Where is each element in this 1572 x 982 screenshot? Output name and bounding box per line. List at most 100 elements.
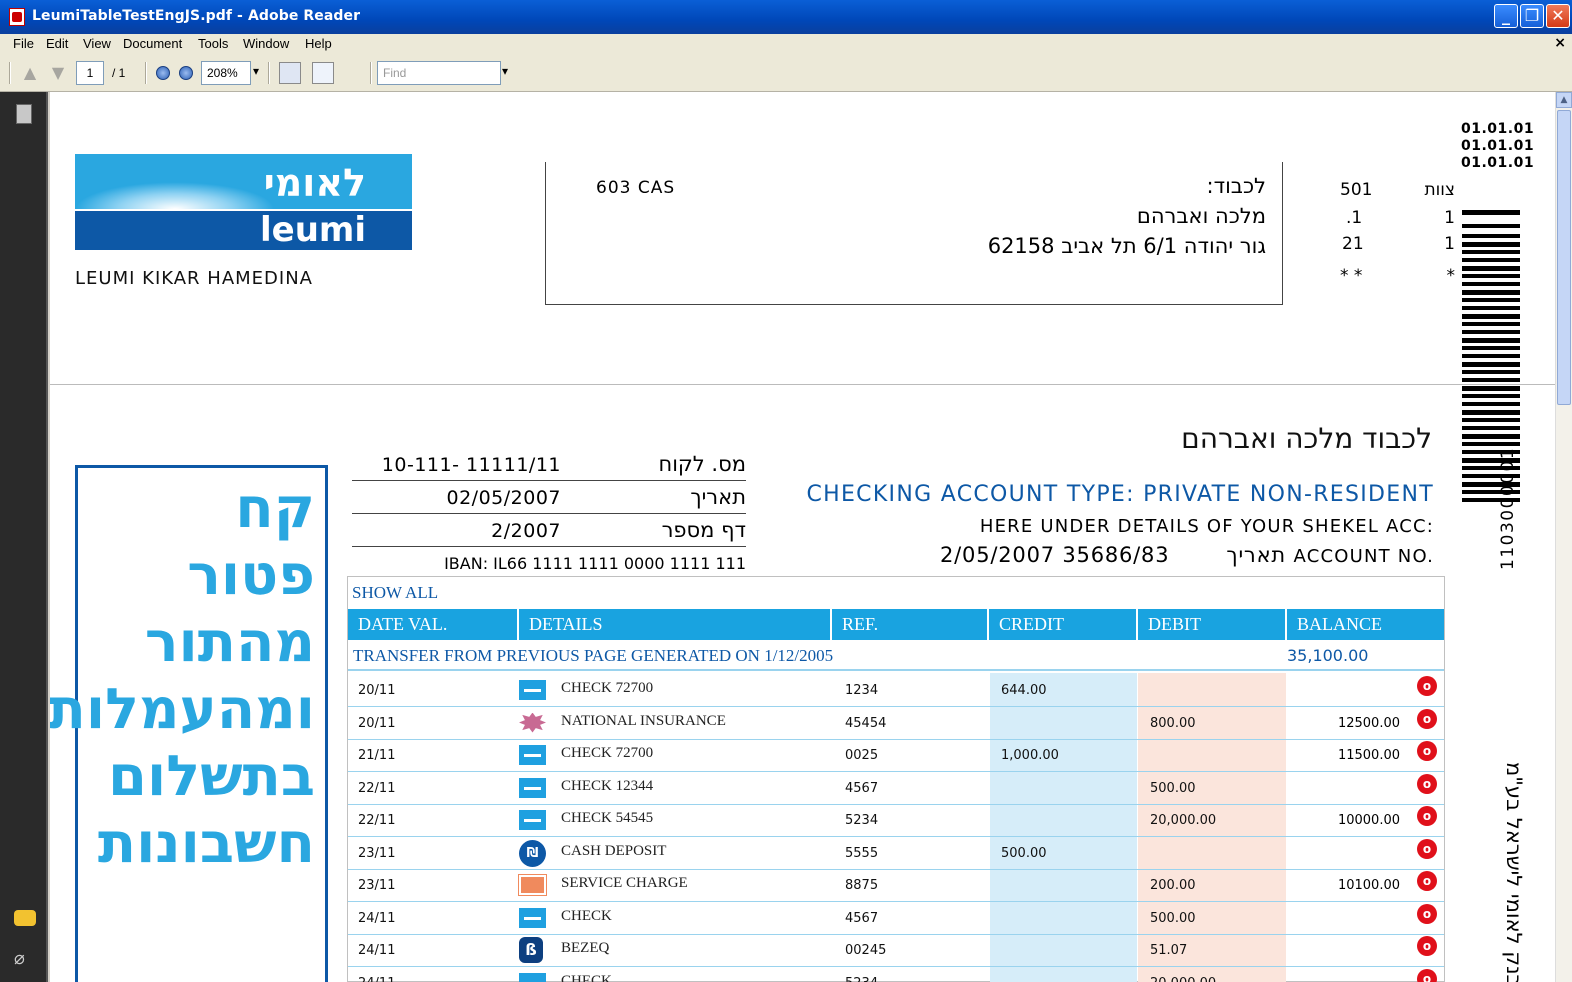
zoom-in-icon[interactable] [179, 66, 193, 80]
column-header-ref[interactable]: REF. [832, 609, 989, 640]
barcode-bar [1462, 314, 1520, 319]
transaction-info-icon[interactable]: o [1417, 708, 1437, 729]
document-close-icon[interactable]: × [1554, 35, 1566, 51]
menu-tools[interactable]: Tools [198, 36, 228, 51]
scroll-up-icon[interactable]: ▲ [1556, 92, 1572, 108]
transaction-debit: 200.00 [1150, 878, 1196, 893]
barcode-bar [1462, 282, 1520, 286]
barcode-bar [1462, 274, 1520, 278]
comments-icon[interactable] [14, 910, 36, 926]
transaction-info-icon[interactable]: o [1417, 838, 1437, 859]
transaction-ref: 5555 [845, 845, 879, 861]
toolbar-separator [370, 62, 372, 84]
table-row[interactable]: 20/11 1234 644.00 CHECK 72700 o [348, 674, 1444, 707]
transaction-info-icon[interactable]: o [1417, 773, 1437, 794]
transaction-ref: 0025 [845, 748, 879, 763]
address-box: 603 CAS לכבוד: מלכה ואברהם גור יהודה 6/1… [545, 162, 1283, 305]
find-input[interactable]: Find [377, 61, 501, 85]
page-number-label: דף מספר [661, 518, 746, 542]
transaction-ref: 1234 [845, 683, 879, 698]
transaction-ref: 5234 [845, 976, 878, 982]
transfer-row: TRANSFER FROM PREVIOUS PAGE GENERATED ON… [348, 641, 1444, 671]
barcode-bar [1462, 266, 1520, 271]
table-row[interactable]: 23/11 5555 500.00 ₪ CASH DEPOSIT o [348, 837, 1444, 870]
pages-icon[interactable] [16, 104, 32, 124]
restore-button[interactable]: ❐ [1520, 4, 1544, 28]
code-left: .1 [1346, 208, 1363, 228]
transaction-ref: 4567 [845, 780, 879, 796]
transaction-date: 23/11 [358, 845, 396, 861]
check-icon [519, 907, 546, 928]
barcode-bar [1462, 298, 1520, 302]
menu-file[interactable]: File [13, 36, 34, 51]
transaction-info-icon[interactable]: o [1417, 936, 1437, 956]
scroll-thumb[interactable] [1557, 110, 1571, 405]
customer-number: 10-111- 11111/11 [381, 454, 561, 476]
transaction-info-icon[interactable]: o [1417, 968, 1437, 982]
transaction-date: 20/11 [358, 683, 396, 698]
transaction-info-icon[interactable]: o [1417, 903, 1437, 924]
show-all-link[interactable]: SHOW ALL [352, 583, 438, 603]
fit-page-icon[interactable] [312, 62, 334, 84]
doc-code: 01.01.01 [1461, 138, 1535, 154]
transaction-info-icon[interactable]: o [1417, 806, 1437, 826]
fit-width-icon[interactable] [279, 62, 301, 84]
logo-hebrew: לאומי [263, 161, 366, 205]
barcode-bar [1462, 330, 1520, 334]
menu-document[interactable]: Document [123, 36, 182, 51]
menu-window[interactable]: Window [243, 36, 289, 51]
check-icon [519, 810, 546, 830]
iban: IBAN: IL66 1111 1111 0000 1111 111 [444, 554, 746, 573]
column-header-debit[interactable]: DEBIT [1138, 609, 1287, 640]
transaction-info-icon[interactable]: o [1417, 676, 1437, 696]
menu-edit[interactable]: Edit [46, 36, 68, 51]
table-row[interactable]: 24/11 5234 20,000.00 CHECK o [348, 967, 1444, 982]
vertical-number: 1103000001 [1498, 446, 1518, 570]
column-header-details[interactable]: DETAILS [519, 609, 832, 640]
zoom-level-input[interactable]: 208% [201, 61, 251, 85]
address-code: 603 CAS [596, 178, 676, 198]
table-row[interactable]: 24/11 4567 500.00 CHECK o [348, 902, 1444, 935]
barcode-bar [1462, 338, 1520, 343]
close-button[interactable]: ✕ [1546, 4, 1570, 28]
table-row[interactable]: 24/11 00245 51.07 ß BEZEQ o [348, 934, 1444, 967]
attachments-icon[interactable]: ⌀ [14, 948, 25, 969]
transaction-balance: 11500.00 [1337, 748, 1400, 763]
find-dropdown-icon[interactable]: ▾ [502, 64, 508, 78]
zoom-out-icon[interactable] [156, 66, 170, 80]
table-row[interactable]: 23/11 8875 200.00 SERVICE CHARGE 10100.00 o [348, 869, 1444, 902]
zoom-dropdown-icon[interactable]: ▾ [253, 64, 259, 78]
table-row[interactable]: 21/11 0025 1,000.00 CHECK 72700 11500.00 o [348, 739, 1444, 772]
table-row[interactable]: 20/11 45454 800.00 NATIONAL INSURANCE 12500.… [348, 707, 1444, 740]
table-row[interactable]: 22/11 5234 20,000.00 CHECK 54545 10000.00 o [348, 804, 1444, 837]
previous-page-icon[interactable]: ▲ [22, 65, 38, 81]
transaction-info-icon[interactable]: o [1417, 871, 1437, 891]
doc-code: 01.01.01 [1461, 155, 1535, 171]
barcode-bar [1462, 434, 1520, 439]
transaction-info-icon[interactable]: o [1417, 741, 1437, 761]
menu-help[interactable]: Help [305, 36, 332, 51]
column-header-balance[interactable]: BALANCE [1287, 609, 1444, 640]
toolbar: ▲ ▼ 1 / 1 208% ▾ Find ▾ [0, 54, 1572, 92]
vertical-scrollbar[interactable]: ▲ [1555, 92, 1572, 982]
transaction-balance: 12500.00 [1337, 715, 1400, 731]
page-number-input[interactable]: 1 [76, 61, 104, 85]
code-left: 21 [1342, 234, 1364, 254]
transaction-credit: 1,000.00 [1001, 748, 1059, 763]
menu-view[interactable]: View [83, 36, 111, 51]
transaction-ref: 5234 [845, 813, 879, 828]
account-line: 2/05/2007 תאריך 35686/83 ACCOUNT NO. [940, 543, 1434, 567]
code-right: * [1446, 266, 1456, 286]
column-header-date[interactable]: DATE VAL. [348, 609, 519, 640]
barcode-bar [1462, 234, 1520, 238]
transaction-details: SERVICE CHARGE [561, 875, 688, 891]
next-page-icon[interactable]: ▼ [50, 65, 66, 81]
transaction-debit: 51.07 [1150, 943, 1188, 958]
document-codes: 01.01.01 01.01.01 01.01.01 [1461, 121, 1534, 172]
leumi-logo: לאומי leumi [75, 154, 412, 250]
column-header-credit[interactable]: CREDIT [989, 609, 1138, 640]
table-row[interactable]: 22/11 4567 500.00 CHECK 12344 o [348, 772, 1444, 805]
transfer-balance: 35,100.00 [1287, 646, 1369, 665]
promo-box: קח פטור מהתור ומהעמלות בתשלום חשבונות [50, 465, 328, 982]
minimize-button[interactable]: _ [1494, 4, 1518, 28]
